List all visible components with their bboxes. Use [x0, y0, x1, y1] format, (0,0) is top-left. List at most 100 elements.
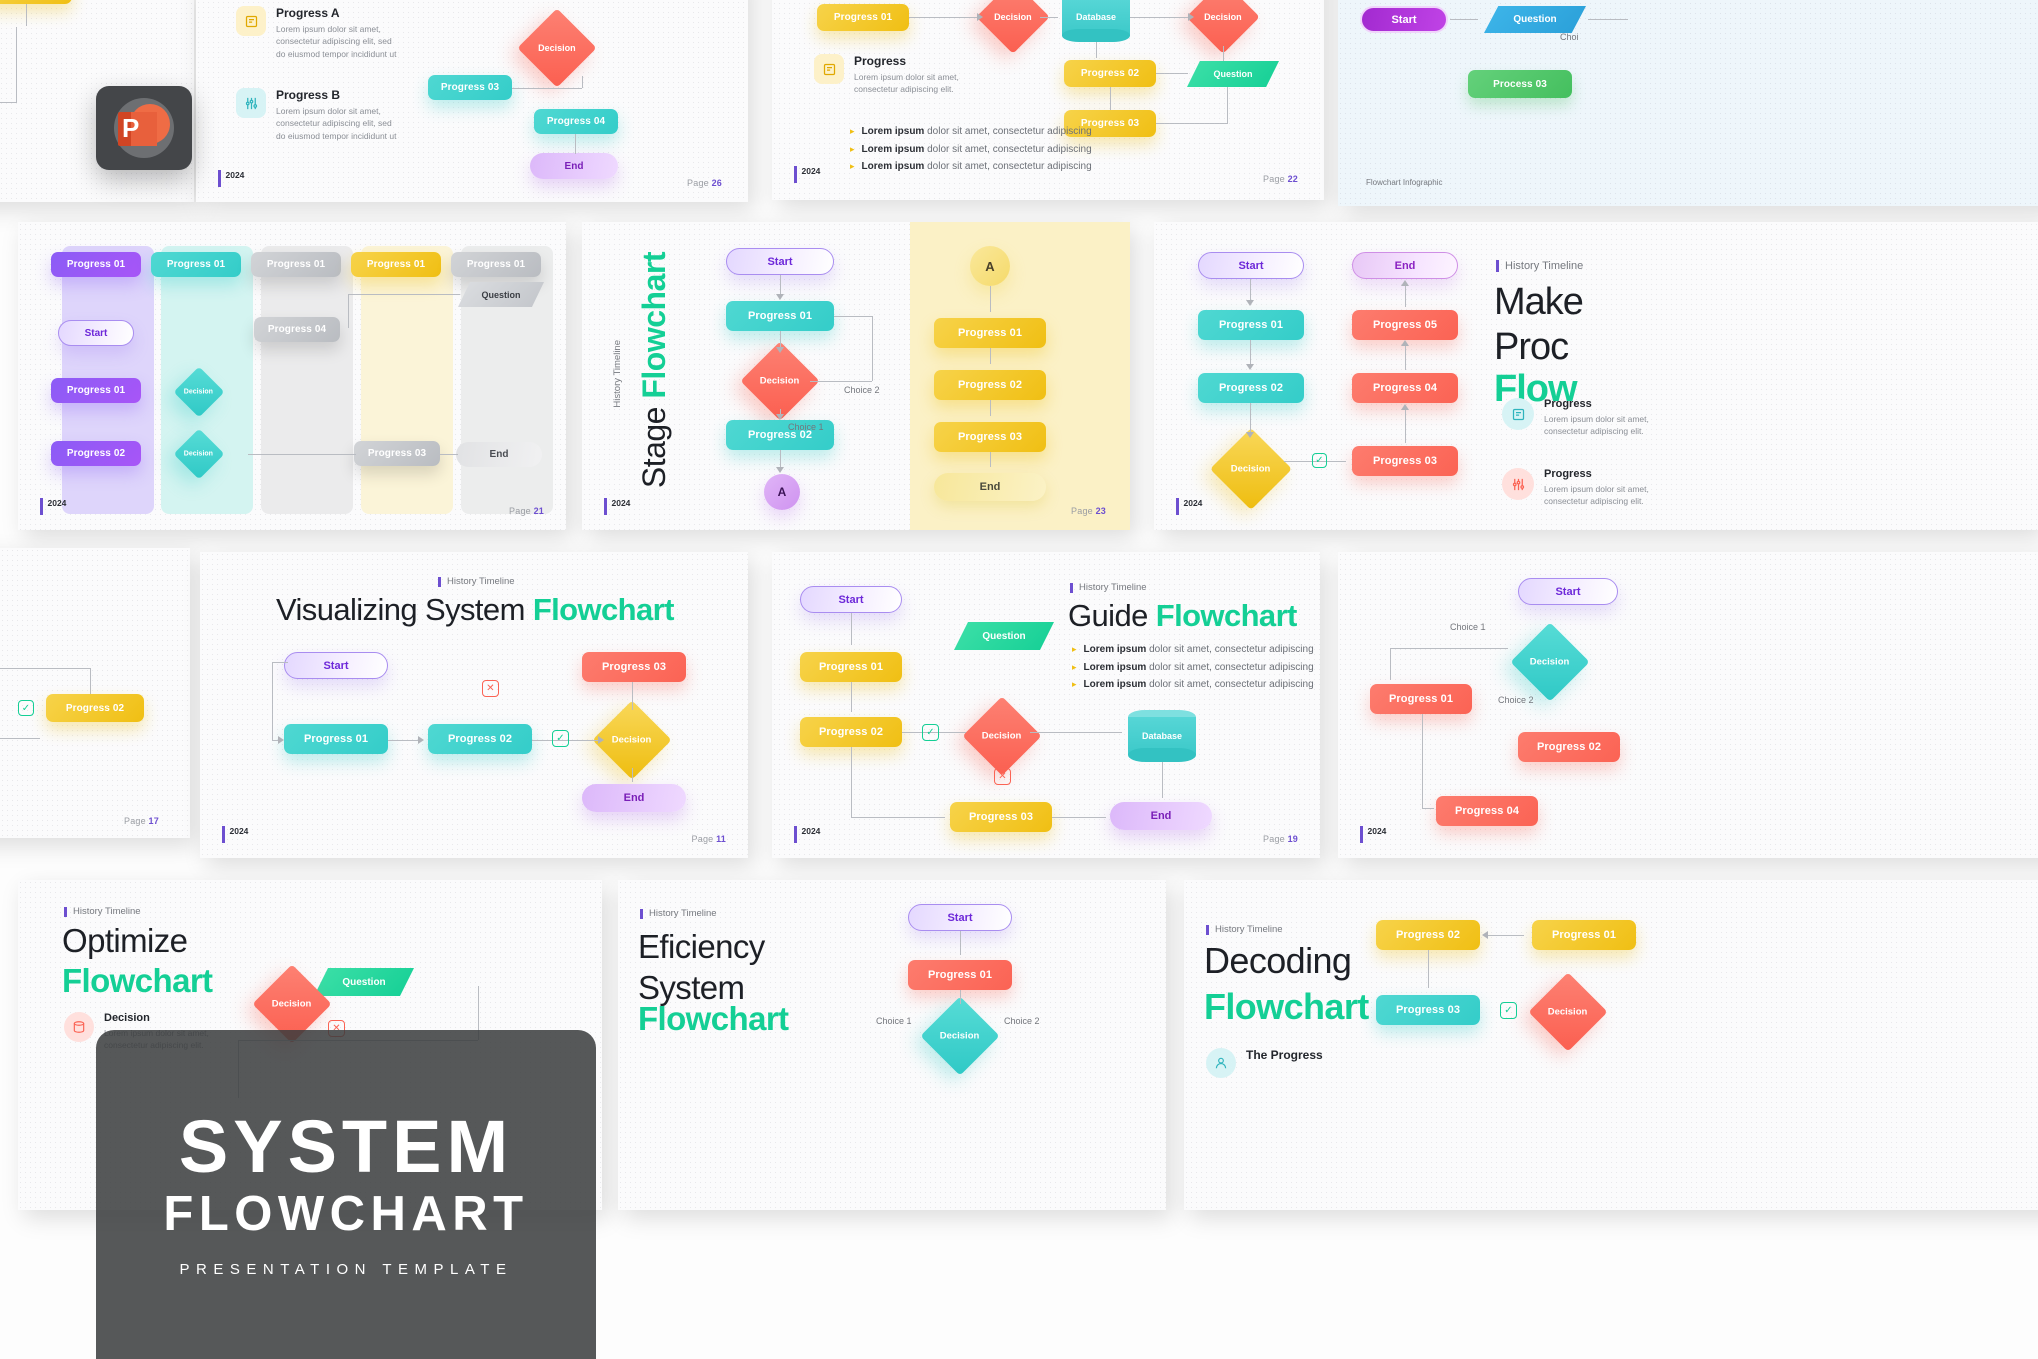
- connector: [1110, 87, 1112, 110]
- accent-bar: [1176, 498, 1179, 515]
- node-progress: Progress 01: [151, 252, 241, 277]
- choice-label: Choice 2: [1004, 1016, 1040, 1026]
- node-end: End: [582, 784, 686, 812]
- choice-label: Choi: [1560, 32, 1579, 42]
- connector: [851, 613, 853, 645]
- legend-item: Progress A Lorem ipsum dolor sit amet, c…: [236, 6, 401, 60]
- arrow: [418, 736, 424, 744]
- connector: [1130, 17, 1192, 19]
- connector: [582, 76, 584, 88]
- slide-footmark: 2024: [218, 170, 244, 187]
- node-end: End: [456, 442, 542, 467]
- node-progress: Progress 02: [1518, 732, 1620, 762]
- node-progress: Progress 02: [46, 694, 144, 722]
- connector: [1162, 762, 1164, 798]
- node-decision: Decision: [1209, 427, 1293, 511]
- node-start: Start: [1360, 6, 1448, 33]
- node-connector: A: [970, 246, 1010, 286]
- page-number: Page 21: [509, 506, 544, 516]
- connector: [1422, 808, 1434, 810]
- legend-title: Decision: [104, 1012, 150, 1024]
- accent-bar: [438, 576, 441, 587]
- connector: [1390, 648, 1392, 680]
- slide-headline: Eficiency System: [638, 928, 765, 1007]
- sliders-icon: [236, 88, 266, 118]
- node-progress: Progress 01: [800, 652, 902, 682]
- arrow: [776, 467, 784, 473]
- connector: [348, 294, 350, 328]
- node-start: Start: [1198, 252, 1304, 279]
- connector: [1156, 73, 1188, 75]
- page-number: Page 11: [691, 834, 726, 844]
- slide-thumbnail[interactable]: owchart Progress 02 ✓ Page 17: [0, 548, 190, 838]
- connector: [388, 740, 422, 742]
- arrow: [776, 347, 784, 353]
- year: 2024: [1183, 498, 1203, 508]
- year: 2024: [229, 826, 249, 836]
- slide-headline: Make Proc: [1494, 281, 1584, 368]
- slide-thumbnail[interactable]: Progress 01 Progress 01 Progress 01 Prog…: [18, 222, 566, 530]
- node-connector: A: [764, 474, 800, 510]
- node-question: Question: [314, 968, 414, 996]
- legend-title: Progress: [854, 54, 907, 68]
- connector: [1096, 42, 1098, 58]
- node-progress: Progress 04: [254, 317, 340, 342]
- connector: [810, 381, 872, 383]
- bullet-list: ▸ Lorem ipsum dolor sit amet, consectetur…: [1072, 644, 1314, 697]
- year: 2024: [1367, 826, 1387, 836]
- accent-bar: [40, 498, 43, 515]
- node-progress: Progress 04: [1352, 373, 1458, 403]
- node-progress: Progress 03: [428, 75, 512, 100]
- node-progress: Progress 01: [908, 960, 1012, 990]
- node-progress: Progress 02: [0, 0, 72, 4]
- node-process: Process 03: [1468, 70, 1572, 98]
- connector: [0, 738, 40, 740]
- connector: [1030, 732, 1122, 734]
- choice-label: Choice 1: [788, 422, 824, 432]
- slide-thumbnail[interactable]: Start Choice 1 Decision Progress 01 Choi…: [1338, 552, 2038, 858]
- legend-title: Progress B: [276, 88, 341, 102]
- accent-bar: [1360, 826, 1363, 843]
- legend-item: Progress Lorem ipsum dolor sit amet, con…: [814, 54, 979, 96]
- connector: [1052, 817, 1106, 819]
- check-icon: ✓: [1500, 1002, 1517, 1019]
- connector: [1405, 408, 1407, 443]
- slide-headline-accent: Flowchart: [1204, 986, 1369, 1027]
- slide-thumbnail[interactable]: History Timeline Visualizing System Flow…: [200, 552, 748, 858]
- slide-headline-accent: Flowchart: [62, 962, 213, 999]
- slide-thumbnail[interactable]: History Timeline Eficiency System Flowch…: [618, 880, 1166, 1210]
- page-number: Page 26: [687, 178, 722, 188]
- node-start: Start: [800, 586, 902, 613]
- slide-eyebrow: History Timeline: [612, 340, 623, 408]
- check-icon: ✓: [922, 724, 939, 741]
- slide-thumbnail[interactable]: Start Question Process 03 Choi Flowchart…: [1338, 0, 2038, 206]
- accent-bar: [1070, 582, 1073, 593]
- node-database: Database: [1128, 710, 1196, 762]
- connector: [960, 931, 962, 955]
- accent-bar: [794, 826, 797, 843]
- slide-thumbnail[interactable]: Start Progress 01 Decision Database Deci…: [772, 0, 1324, 200]
- slide-eyebrow: History Timeline: [1070, 582, 1147, 593]
- list-item: ▸ Lorem ipsum dolor sit amet, consectetur…: [1072, 661, 1314, 673]
- arrow: [1401, 404, 1409, 410]
- slide-thumbnail[interactable]: Flowchart Progress A Lorem ipsum dolor s…: [196, 0, 748, 202]
- user-icon: [1206, 1048, 1236, 1078]
- slide-thumbnail[interactable]: History Timeline Guide Flowchart ▸ Lorem …: [772, 552, 1320, 858]
- node-progress: Progress 03: [934, 422, 1046, 452]
- choice-label: Choice 2: [1498, 695, 1534, 705]
- slide-eyebrow: History Timeline: [1496, 260, 1583, 272]
- slide-thumbnail[interactable]: History Timeline Decoding Flowchart The …: [1184, 880, 2038, 1210]
- check-icon: ✓: [552, 730, 569, 747]
- slide-footmark: 2024: [1176, 498, 1202, 515]
- slide-thumbnail[interactable]: Stage Flowchart History Timeline Start P…: [582, 222, 1130, 530]
- node-progress: Progress 01: [51, 378, 141, 403]
- arrow: [278, 736, 284, 744]
- node-progress: Progress 01: [726, 301, 834, 331]
- year: 2024: [611, 498, 631, 508]
- arrow: [776, 414, 784, 420]
- node-start: Start: [58, 320, 134, 346]
- accent-bar: [794, 166, 797, 183]
- node-start: Start: [908, 904, 1012, 931]
- slide-thumbnail[interactable]: Start Progress 01 Progress 02 Decision E…: [1154, 222, 2038, 530]
- accent-bar: [64, 906, 67, 917]
